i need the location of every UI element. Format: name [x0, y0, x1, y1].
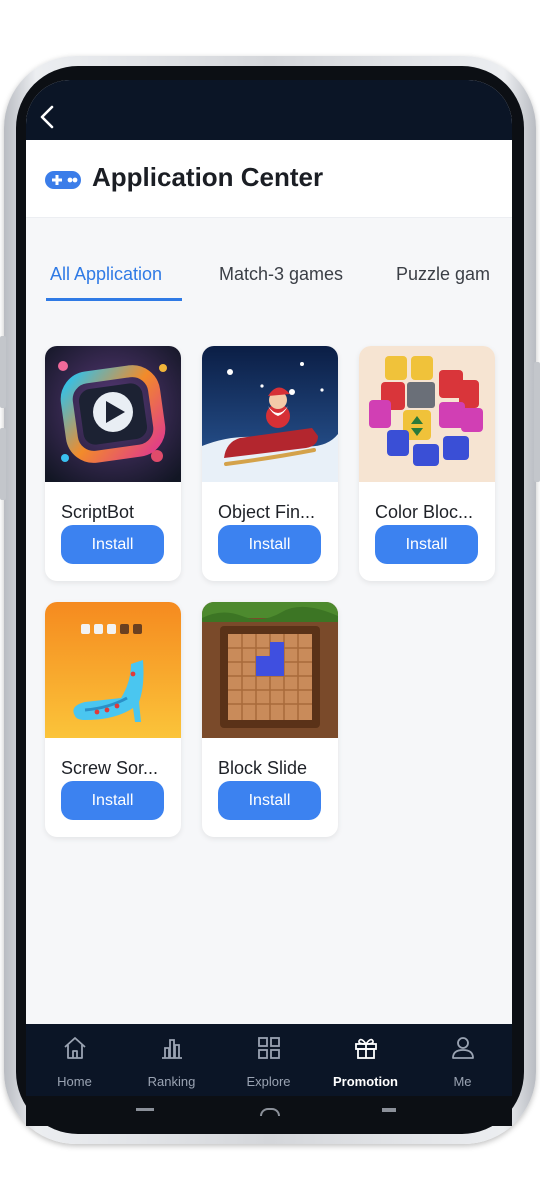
app-card[interactable]: Screw Sor... Install	[45, 602, 181, 837]
nav-label: Promotion	[333, 1074, 398, 1089]
nav-item-me[interactable]: Me	[414, 1024, 511, 1096]
gift-icon	[355, 1038, 377, 1059]
ranking-icon	[162, 1039, 182, 1059]
page-title: Application Center	[92, 162, 324, 192]
app-name: Screw Sor...	[61, 758, 159, 778]
install-button[interactable]: Install	[61, 525, 164, 564]
user-icon	[452, 1037, 474, 1059]
home-button[interactable]	[260, 1108, 280, 1116]
app-icon-color-block	[359, 346, 495, 482]
install-button[interactable]: Install	[218, 781, 321, 820]
nav-item-explore[interactable]: Explore	[220, 1024, 317, 1096]
app-card[interactable]: ScriptBot Install	[45, 346, 181, 581]
active-tab-indicator	[46, 298, 182, 301]
system-nav-bar	[26, 1096, 512, 1126]
nav-item-home[interactable]: Home	[26, 1024, 123, 1096]
category-tabs: All Application Match-3 games Puzzle gam	[26, 248, 512, 302]
gamepad-icon	[45, 171, 81, 189]
bottom-nav: Home Ranking Explore Promotion Me	[26, 1024, 512, 1096]
tab-match-3-games[interactable]: Match-3 games	[219, 264, 343, 285]
app-name: Color Bloc...	[375, 502, 474, 522]
tab-all-application[interactable]: All Application	[50, 264, 162, 285]
home-icon	[64, 1037, 86, 1059]
grid-icon	[258, 1037, 280, 1059]
nav-label: Me	[453, 1074, 472, 1089]
power-button	[534, 362, 540, 482]
app-card[interactable]: Block Slide Install	[202, 602, 338, 837]
nav-item-ranking[interactable]: Ranking	[123, 1024, 220, 1096]
nav-label: Home	[57, 1074, 92, 1089]
recents-button[interactable]	[136, 1108, 154, 1111]
app-icon-block-slide	[202, 602, 338, 738]
app-icon-scriptbot	[45, 346, 181, 482]
app-name: Block Slide	[218, 758, 308, 778]
volume-up-button	[0, 336, 6, 408]
system-back-button[interactable]	[382, 1108, 396, 1112]
back-icon[interactable]	[36, 102, 60, 132]
status-bar	[26, 80, 512, 140]
volume-down-button	[0, 428, 6, 500]
app-card[interactable]: Object Fin... Install	[202, 346, 338, 581]
install-button[interactable]: Install	[375, 525, 478, 564]
install-button[interactable]: Install	[218, 525, 321, 564]
app-card[interactable]: Color Bloc... Install	[359, 346, 495, 581]
app-name: ScriptBot	[61, 502, 135, 522]
tab-puzzle-games[interactable]: Puzzle gam	[396, 264, 490, 285]
app-screen: Application Center All Application Match…	[26, 80, 512, 1098]
nav-label: Ranking	[147, 1074, 196, 1089]
app-icon-object-finder	[202, 346, 338, 482]
nav-label: Explore	[246, 1074, 291, 1089]
page-header: Application Center	[26, 140, 512, 218]
app-name: Object Fin...	[218, 502, 316, 522]
app-icon-screw-sort	[45, 602, 181, 738]
nav-item-promotion[interactable]: Promotion	[317, 1024, 414, 1096]
install-button[interactable]: Install	[61, 781, 164, 820]
